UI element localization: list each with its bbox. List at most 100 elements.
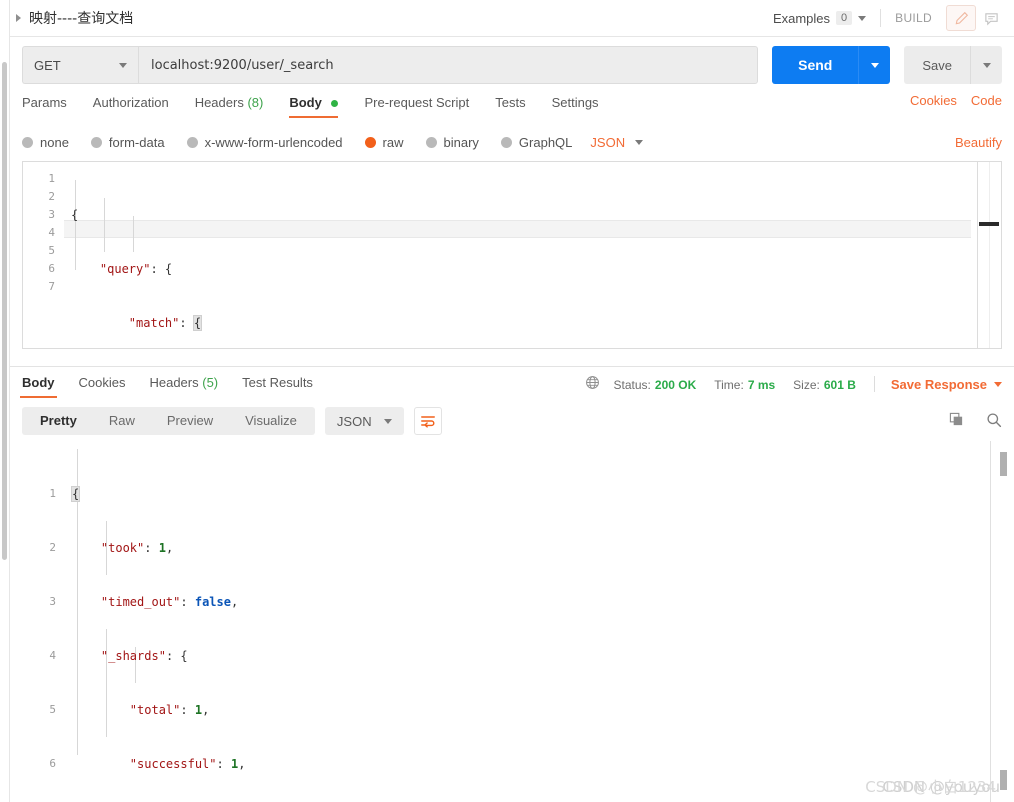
request-body-code[interactable]: { "query": { "match": { "sex": "m" } } }	[71, 170, 971, 348]
comment-icon[interactable]	[976, 5, 1006, 31]
send-options-button[interactable]	[858, 46, 891, 84]
response-format-select[interactable]: JSON	[324, 407, 404, 435]
radio-form-data-icon	[90, 137, 102, 148]
time-label: Time:	[714, 377, 744, 392]
left-edge-scrollbar-thumb[interactable]	[2, 62, 7, 560]
body-format-label: JSON	[590, 135, 626, 150]
toolbar-divider	[880, 9, 882, 27]
view-mode-preview[interactable]: Preview	[151, 407, 229, 435]
save-options-button[interactable]	[970, 46, 1002, 84]
save-response-chevron-down-icon[interactable]	[994, 381, 1002, 387]
tab-headers-label: Headers	[194, 95, 244, 110]
tab-authorization[interactable]: Authorization	[93, 93, 169, 118]
response-scroll-divider	[990, 441, 991, 802]
response-line-numbers: 1 2 3 4 5 6 7 8 9 10 11 12 13 14 15 16 1…	[20, 449, 66, 802]
response-scrollbar-thumb-secondary[interactable]	[1000, 770, 1007, 790]
tab-body-label: Body	[289, 95, 322, 110]
pencil-icon-glyph	[955, 11, 968, 24]
http-method-select[interactable]: GET	[22, 46, 138, 84]
line-number: 4	[49, 649, 56, 662]
line-number: 1	[48, 172, 55, 185]
body-type-raw[interactable]: raw	[364, 135, 404, 150]
response-meta: Status: 200 OK Time: 7 ms Size: 601 B Save …	[585, 375, 1002, 393]
status-value: 200 OK	[654, 377, 697, 392]
collapse-triangle-icon[interactable]	[16, 14, 21, 22]
code-line: "timed_out": false,	[100, 595, 239, 609]
tab-pre-request-script[interactable]: Pre-request Script	[364, 93, 469, 118]
response-view-modes: Pretty Raw Preview Visualize	[22, 407, 315, 435]
body-type-urlencoded[interactable]: x-www-form-urlencoded	[186, 135, 343, 150]
body-type-graphql[interactable]: GraphQL	[500, 135, 572, 150]
radio-graphql-icon	[500, 137, 512, 148]
response-tab-headers[interactable]: Headers (5)	[149, 375, 218, 398]
response-body-code[interactable]: { "took": 1, "timed_out": false, "_shard…	[70, 449, 984, 802]
tab-params-label: Params	[22, 95, 67, 110]
body-format-select[interactable]: JSON	[590, 135, 644, 150]
request-editor-scrollbar-thumb[interactable]	[979, 222, 999, 226]
copy-icon[interactable]	[949, 412, 964, 430]
tab-params[interactable]: Params	[22, 93, 67, 118]
build-button[interactable]: BUILD	[895, 11, 932, 25]
response-scrollbar-thumb[interactable]	[1000, 452, 1007, 476]
page-title: 映射----查询文档	[29, 11, 134, 27]
response-tab-body[interactable]: Body	[20, 375, 56, 398]
response-tab-headers-label: Headers	[149, 375, 199, 390]
send-button[interactable]: Send	[772, 46, 859, 84]
view-mode-raw[interactable]: Raw	[93, 407, 151, 435]
save-chevron-down-icon	[982, 62, 991, 68]
body-type-none-label: none	[40, 135, 69, 150]
tab-tests[interactable]: Tests	[495, 93, 525, 118]
pencil-icon[interactable]	[946, 5, 976, 31]
response-tab-cookies-label: Cookies	[78, 375, 126, 390]
tab-tests-label: Tests	[495, 95, 526, 110]
radio-raw-icon	[364, 137, 376, 148]
beautify-button[interactable]: Beautify	[955, 135, 1002, 150]
tab-headers[interactable]: Headers (8)	[195, 93, 264, 118]
search-icon-glyph	[987, 412, 1002, 427]
response-format-chevron-down-icon	[383, 418, 392, 424]
view-mode-visualize[interactable]: Visualize	[229, 407, 313, 435]
body-present-dot-icon	[331, 100, 339, 108]
code-line: {	[70, 486, 81, 502]
body-format-chevron-down-icon	[635, 140, 644, 145]
time-value: 7 ms	[747, 377, 776, 392]
body-type-form-data[interactable]: form-data	[90, 135, 165, 150]
tab-settings[interactable]: Settings	[552, 93, 599, 118]
body-type-none[interactable]: none	[22, 135, 69, 150]
response-body-viewer[interactable]: 1 2 3 4 5 6 7 8 9 10 11 12 13 14 15 16 1…	[10, 441, 1014, 802]
request-body-editor[interactable]: 1 2 3 4 5 6 7 { "query": { "match": { "s…	[22, 161, 1002, 349]
code-line: {	[71, 208, 79, 222]
view-mode-pretty[interactable]: Pretty	[24, 407, 93, 435]
tab-body[interactable]: Body	[289, 93, 339, 118]
radio-binary-icon	[425, 137, 437, 148]
save-response-button[interactable]: Save Response	[891, 377, 987, 392]
cookies-link[interactable]: Cookies	[910, 93, 957, 108]
examples-chevron-down-icon[interactable]	[858, 15, 867, 21]
code-line: "_shards": {	[100, 649, 188, 663]
request-editor-scrollbar[interactable]	[989, 162, 1001, 348]
request-title-bar: 映射----查询文档 Examples 0 BUILD	[10, 0, 1014, 37]
left-edge-scrollbar[interactable]	[0, 0, 10, 802]
body-type-urlencoded-label: x-www-form-urlencoded	[204, 135, 343, 150]
search-icon[interactable]	[986, 412, 1002, 431]
body-type-selector: none form-data x-www-form-urlencoded raw…	[10, 126, 1014, 159]
method-chevron-down-icon[interactable]	[119, 62, 127, 68]
status-group: Status: 200 OK	[614, 377, 697, 392]
send-chevron-down-icon	[870, 62, 879, 68]
line-number: 2	[49, 541, 56, 554]
body-type-binary[interactable]: binary	[425, 135, 479, 150]
response-tab-cookies[interactable]: Cookies	[79, 375, 126, 398]
code-link[interactable]: Code	[971, 93, 1002, 108]
request-url-input[interactable]: localhost:9200/user/_search	[138, 46, 759, 84]
word-wrap-icon[interactable]	[413, 407, 442, 435]
request-editor-line-numbers: 1 2 3 4 5 6 7	[23, 162, 63, 348]
examples-label: Examples	[772, 10, 831, 26]
save-button[interactable]: Save	[904, 46, 970, 84]
globe-icon[interactable]	[585, 375, 600, 393]
editor-minimap-divider	[977, 162, 978, 348]
code-line: "query": {	[99, 262, 173, 276]
response-tab-test-results[interactable]: Test Results	[242, 375, 313, 398]
send-button-group: Send	[772, 46, 891, 84]
size-group: Size: 601 B	[793, 377, 856, 392]
response-tabs: Body Cookies Headers (5) Test Results St…	[10, 367, 1014, 401]
